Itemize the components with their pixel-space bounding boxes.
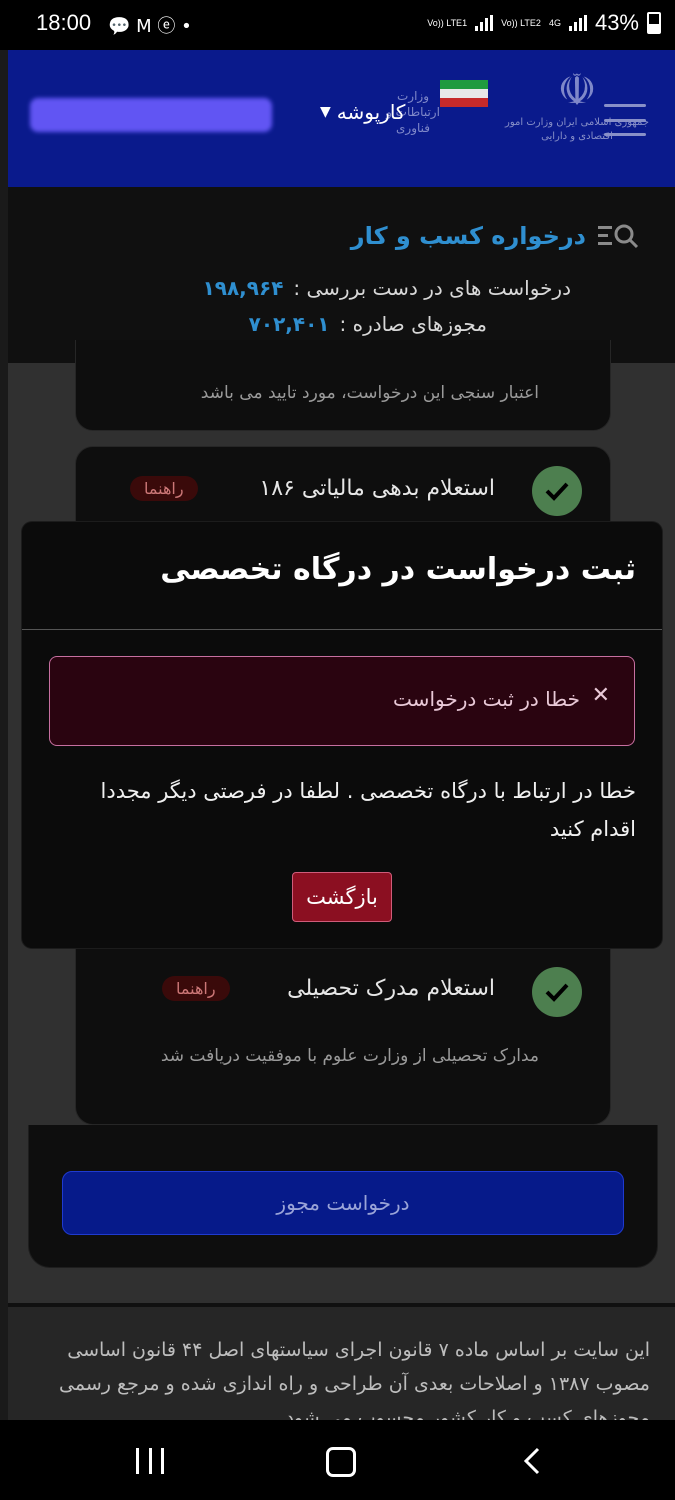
close-x-icon: ✕ bbox=[591, 683, 610, 708]
page-title-row: درخواره کسب و کار bbox=[40, 210, 640, 262]
network-type: 4G bbox=[548, 18, 561, 28]
card-education-desc: مدارک تحصیلی از وزارت علوم با موفقیت دری… bbox=[160, 1046, 539, 1066]
stat-pending: درخواست های در دست بررسی : ۱۹۸,۹۶۴ bbox=[203, 276, 571, 300]
card-education-title: استعلام مدرک تحصیلی bbox=[287, 976, 495, 1001]
error-modal: ثبت درخواست در درگاه تخصصی ✕ خطا در ثبت … bbox=[22, 522, 662, 948]
error-alert-text: خطا در ثبت درخواست bbox=[393, 687, 580, 711]
card-validation-desc: اعتبار سنجی این درخواست، مورد تایید می ب… bbox=[200, 383, 539, 403]
karpooshe-label: کارپوشه bbox=[336, 100, 406, 124]
signal-icon bbox=[475, 15, 494, 31]
left-edge bbox=[0, 50, 8, 1420]
stat-pending-value: ۱۹۸,۹۶۴ bbox=[202, 276, 284, 300]
stat-issued-label: مجوزهای صادره : bbox=[339, 312, 487, 336]
stat-issued-value: ۷۰۲,۴۰۱ bbox=[248, 312, 330, 336]
chevron-down-icon: ▼ bbox=[320, 104, 331, 120]
guide-badge-education[interactable]: راهنما bbox=[162, 976, 230, 1001]
iran-emblem-logo: ☫ جمهوری اسلامی ایران وزارت امور اقتصادی… bbox=[502, 66, 652, 166]
redacted-user-name bbox=[30, 98, 272, 132]
page-title: درخواره کسب و کار bbox=[350, 222, 586, 250]
home-icon[interactable] bbox=[326, 1447, 356, 1477]
status-right: Vo)) LTE1 Vo)) LTE2 4G 43% bbox=[427, 10, 661, 36]
back-button[interactable]: بازگشت bbox=[292, 872, 392, 922]
error-alert: ✕ خطا در ثبت درخواست bbox=[49, 656, 635, 746]
battery-icon bbox=[647, 12, 661, 34]
card-education-inquiry bbox=[75, 948, 611, 1125]
stat-pending-label: درخواست های در دست بررسی : bbox=[293, 276, 571, 300]
guide-badge-tax[interactable]: راهنما bbox=[130, 476, 198, 501]
karpooshe-menu[interactable]: ▼ کارپوشه bbox=[320, 100, 405, 124]
card-tax-title: استعلام بدهی مالیاتی ۱۸۶ bbox=[259, 476, 495, 501]
stat-issued: مجوزهای صادره : ۷۰۲,۴۰۱ bbox=[249, 312, 487, 336]
modal-title: ثبت درخواست در درگاه تخصصی bbox=[160, 552, 636, 587]
status-time: 18:00 bbox=[36, 10, 92, 35]
check-icon bbox=[532, 466, 582, 516]
recent-apps-icon[interactable] bbox=[136, 1448, 164, 1474]
modal-divider bbox=[22, 629, 662, 630]
back-icon[interactable] bbox=[520, 1446, 546, 1476]
sim1-label: Vo)) LTE1 bbox=[427, 18, 468, 28]
check-icon-education bbox=[532, 967, 582, 1017]
emblem-caption: جمهوری اسلامی ایران وزارت امور اقتصادی و… bbox=[505, 117, 649, 142]
battery-percent: 43% bbox=[594, 10, 639, 35]
error-message: خطا در ارتباط با درگاه تخصصی . لطفا در ف… bbox=[100, 779, 636, 841]
signal-icon-2 bbox=[568, 15, 587, 31]
notification-icons: 💬 M ⓔ • bbox=[108, 16, 192, 37]
emblem-icon: ☫ bbox=[557, 65, 597, 116]
request-license-button[interactable]: درخواست مجوز bbox=[62, 1171, 624, 1235]
sim2-label: Vo)) LTE2 bbox=[501, 18, 541, 28]
search-list-icon[interactable] bbox=[596, 220, 640, 252]
iran-flag-icon bbox=[440, 80, 488, 108]
